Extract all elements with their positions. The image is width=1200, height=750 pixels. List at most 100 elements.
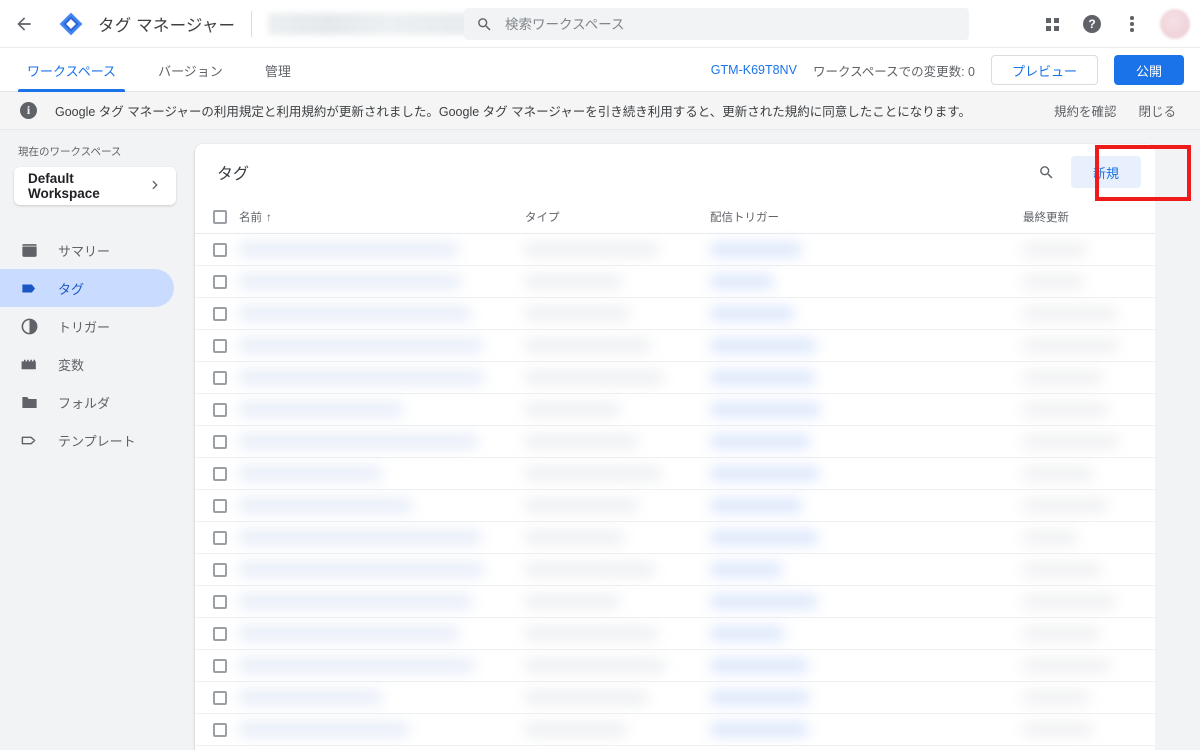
- table-row[interactable]: [195, 298, 1155, 330]
- back-button[interactable]: [0, 0, 48, 48]
- new-tag-button[interactable]: 新規: [1071, 156, 1141, 188]
- cell-type: [525, 691, 648, 704]
- table-row[interactable]: [195, 362, 1155, 394]
- row-checkbox[interactable]: [213, 499, 227, 513]
- banner-actions: 規約を確認 閉じる: [1054, 101, 1184, 120]
- row-checkbox[interactable]: [213, 307, 227, 321]
- row-checkbox[interactable]: [213, 723, 227, 737]
- search-input[interactable]: [505, 17, 957, 32]
- row-checkbox[interactable]: [213, 435, 227, 449]
- container-id[interactable]: GTM-K69T8NV: [711, 63, 797, 77]
- google-tag-manager-logo: [58, 11, 84, 37]
- sidebar-item-triggers[interactable]: トリガー: [0, 307, 174, 345]
- help-icon: ?: [1083, 15, 1101, 33]
- chevron-right-icon: [148, 178, 162, 195]
- sidebar-item-summary[interactable]: サマリー: [0, 231, 174, 269]
- cell-trigger: [710, 243, 801, 256]
- sidebar-nav: サマリー タグ トリガー 変数 フォルダ テンプレート: [0, 231, 190, 459]
- sidebar-item-folders[interactable]: フォルダ: [0, 383, 174, 421]
- table-row[interactable]: [195, 426, 1155, 458]
- table-row[interactable]: [195, 618, 1155, 650]
- row-checkbox[interactable]: [213, 243, 227, 257]
- cell-type: [525, 659, 665, 672]
- row-checkbox[interactable]: [213, 403, 227, 417]
- account-name-redacted[interactable]: [268, 13, 468, 35]
- row-checkbox[interactable]: [213, 275, 227, 289]
- publish-button[interactable]: 公開: [1114, 55, 1184, 85]
- column-header-updated[interactable]: 最終更新: [1023, 209, 1069, 225]
- preview-button[interactable]: プレビュー: [991, 55, 1098, 85]
- sidebar-item-variables[interactable]: 変数: [0, 345, 174, 383]
- cell-updated: [1023, 691, 1089, 704]
- row-checkbox[interactable]: [213, 339, 227, 353]
- workspace-search-box[interactable]: [464, 8, 969, 40]
- table-row[interactable]: [195, 554, 1155, 586]
- tab-workspace[interactable]: ワークスペース: [18, 48, 125, 92]
- table-row[interactable]: [195, 586, 1155, 618]
- cell-type: [525, 499, 638, 512]
- tag-icon: [18, 279, 40, 298]
- table-row[interactable]: [195, 714, 1155, 746]
- table-row[interactable]: [195, 266, 1155, 298]
- cell-name: [239, 243, 458, 256]
- page-background-gutter: [1155, 130, 1200, 750]
- cell-type: [525, 435, 638, 448]
- cell-name: [239, 595, 472, 608]
- row-checkbox[interactable]: [213, 531, 227, 545]
- variables-icon: [18, 355, 40, 374]
- sidebar: 現在のワークスペース Default Workspace サマリー タグ トリガ…: [0, 130, 190, 750]
- tab-workspace-label: ワークスペース: [27, 61, 116, 80]
- cell-type: [525, 275, 622, 288]
- workspace-selector[interactable]: Default Workspace: [14, 167, 176, 205]
- top-bar: タグ マネージャー ?: [0, 0, 1200, 48]
- table-row[interactable]: [195, 458, 1155, 490]
- row-checkbox[interactable]: [213, 659, 227, 673]
- cell-trigger: [710, 307, 794, 320]
- tab-versions[interactable]: バージョン: [149, 48, 232, 92]
- cell-trigger: [710, 627, 784, 640]
- cell-updated: [1023, 307, 1117, 320]
- table-row[interactable]: [195, 234, 1155, 266]
- column-header-type[interactable]: タイプ: [525, 209, 560, 225]
- more-options-button[interactable]: [1114, 6, 1150, 42]
- column-header-name-label: 名前: [239, 212, 262, 224]
- select-all-checkbox[interactable]: [213, 210, 227, 224]
- arrow-left-icon: [14, 14, 34, 34]
- sidebar-item-templates[interactable]: テンプレート: [0, 421, 174, 459]
- cell-type: [525, 723, 626, 736]
- column-header-name[interactable]: 名前 ↑: [239, 209, 272, 225]
- row-checkbox[interactable]: [213, 371, 227, 385]
- row-checkbox[interactable]: [213, 627, 227, 641]
- cell-type: [525, 339, 650, 352]
- avatar[interactable]: [1160, 9, 1190, 39]
- dismiss-banner-link[interactable]: 閉じる: [1138, 101, 1176, 120]
- row-checkbox[interactable]: [213, 595, 227, 609]
- table-row[interactable]: [195, 394, 1155, 426]
- sidebar-item-tags[interactable]: タグ: [0, 269, 174, 307]
- tab-bar: ワークスペース バージョン 管理 GTM-K69T8NV ワークスペースでの変更…: [0, 48, 1200, 92]
- table-row[interactable]: [195, 522, 1155, 554]
- cell-trigger: [710, 531, 818, 544]
- table-row[interactable]: [195, 650, 1155, 682]
- cell-name: [239, 339, 483, 352]
- help-button[interactable]: ?: [1074, 6, 1110, 42]
- cell-updated: [1023, 659, 1110, 672]
- banner-message: Google タグ マネージャーの利用規定と利用規約が更新されました。Googl…: [55, 101, 971, 120]
- cell-name: [239, 499, 412, 512]
- cell-updated: [1023, 595, 1115, 608]
- tab-admin[interactable]: 管理: [256, 48, 300, 92]
- row-checkbox[interactable]: [213, 563, 227, 577]
- row-checkbox[interactable]: [213, 467, 227, 481]
- row-checkbox[interactable]: [213, 691, 227, 705]
- column-header-trigger[interactable]: 配信トリガー: [710, 209, 779, 225]
- cell-updated: [1023, 403, 1108, 416]
- review-terms-link[interactable]: 規約を確認: [1054, 101, 1117, 120]
- cell-trigger: [710, 435, 810, 448]
- table-row[interactable]: [195, 330, 1155, 362]
- tags-search-button[interactable]: [1029, 154, 1065, 190]
- sidebar-item-folders-label: フォルダ: [58, 393, 110, 412]
- cell-name: [239, 371, 484, 384]
- table-row[interactable]: [195, 682, 1155, 714]
- table-row[interactable]: [195, 490, 1155, 522]
- apps-button[interactable]: [1034, 6, 1070, 42]
